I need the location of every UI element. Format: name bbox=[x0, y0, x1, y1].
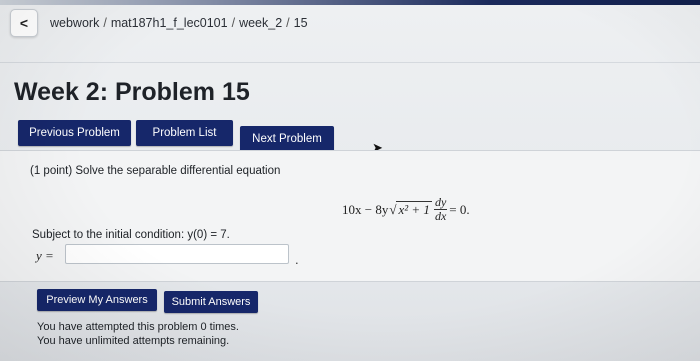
header-divider bbox=[0, 62, 700, 63]
breadcrumb: webwork / mat187h1_f_lec0101/week_2/15 bbox=[50, 16, 308, 30]
attempts-count-text: You have attempted this problem 0 times. bbox=[37, 321, 239, 333]
problem-statement: (1 point) Solve the separable differenti… bbox=[30, 165, 281, 177]
differential-equation: 10x − 8y √ x² + 1 dy dx = 0. bbox=[342, 196, 470, 223]
derivative-fraction: dy dx bbox=[433, 195, 448, 223]
previous-problem-button[interactable]: Previous Problem bbox=[18, 120, 131, 146]
answer-trailing-period: . bbox=[295, 252, 299, 267]
back-button[interactable]: < bbox=[10, 9, 38, 37]
breadcrumb-item-course[interactable]: mat187h1_f_lec0101 bbox=[111, 16, 228, 30]
chevron-left-icon: < bbox=[19, 15, 29, 31]
breadcrumb-separator: / bbox=[231, 16, 236, 30]
attempts-info: You have attempted this problem 0 times.… bbox=[37, 320, 239, 348]
breadcrumb-item-set[interactable]: week_2 bbox=[239, 16, 282, 30]
top-bar: < webwork / mat187h1_f_lec0101/week_2/15 bbox=[0, 5, 700, 43]
sqrt-icon: √ bbox=[389, 201, 397, 217]
equation-radicand: x² + 1 bbox=[396, 201, 432, 217]
answer-label: y = bbox=[36, 248, 54, 263]
answer-input[interactable] bbox=[65, 244, 289, 264]
next-problem-button[interactable]: Next Problem bbox=[240, 126, 334, 152]
attempts-remaining-text: You have unlimited attempts remaining. bbox=[37, 335, 230, 347]
derivative-denominator: dx bbox=[434, 209, 447, 223]
submit-answers-button[interactable]: Submit Answers bbox=[164, 291, 258, 313]
breadcrumb-separator: / bbox=[286, 16, 290, 30]
breadcrumb-separator: / bbox=[103, 16, 107, 30]
equation-lhs: 10x − 8y bbox=[342, 201, 389, 217]
preview-answers-button[interactable]: Preview My Answers bbox=[37, 289, 157, 311]
page-title: Week 2: Problem 15 bbox=[14, 78, 250, 106]
derivative-numerator: dy bbox=[433, 195, 448, 210]
equation-rhs: = 0. bbox=[449, 201, 470, 217]
problem-list-button[interactable]: Problem List bbox=[136, 120, 233, 146]
breadcrumb-item-problem: 15 bbox=[293, 16, 308, 30]
initial-condition: Subject to the initial condition: y(0) =… bbox=[32, 229, 230, 241]
breadcrumb-item-webwork[interactable]: webwork bbox=[50, 16, 99, 30]
webwork-page: < webwork / mat187h1_f_lec0101/week_2/15 W… bbox=[0, 0, 700, 361]
